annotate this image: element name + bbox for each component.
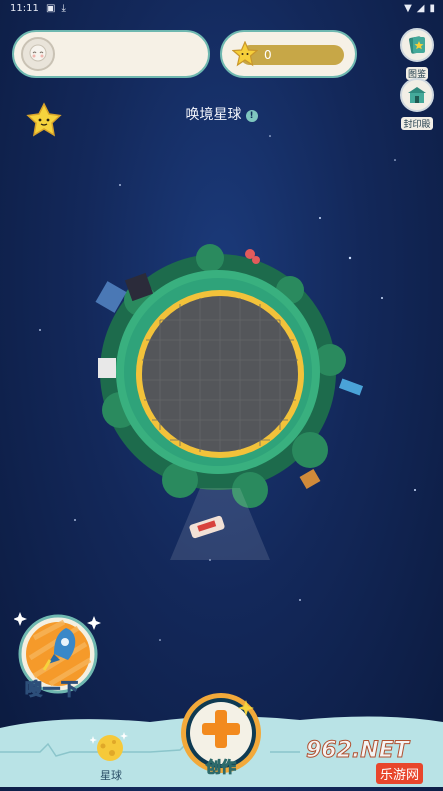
signal-icon: ◢ [416, 3, 425, 14]
status-system-icons: ▼ ◢ ▮ [404, 3, 435, 14]
sniff-label: 嗖一下 [25, 680, 79, 701]
tab-planet[interactable] [89, 730, 130, 766]
download-icon: ⤓ [61, 3, 66, 14]
star-currency-card[interactable]: 0 [220, 30, 357, 78]
status-notification-icons: ▣ ⤓ [46, 3, 66, 14]
info-icon[interactable]: ! [245, 110, 258, 122]
star-count: 0 [264, 48, 272, 62]
battery-icon: ▮ [429, 3, 435, 14]
planet-globe[interactable] [80, 240, 370, 564]
planet-tab-icon [89, 732, 128, 761]
card-book-button[interactable]: 图鉴 [399, 28, 435, 80]
wifi-icon: ▼ [404, 3, 412, 14]
card-book-icon [400, 28, 434, 62]
profile-card[interactable] [12, 30, 210, 78]
tab-planet-label: 星球 [100, 769, 122, 782]
planet-name: 唤境星球 [185, 107, 242, 123]
planet-title[interactable]: 唤境星球! [0, 104, 443, 124]
app-notification-icon: ▣ [46, 3, 56, 14]
status-time: 11:11 [10, 3, 39, 14]
star-icon [231, 40, 259, 67]
avatar[interactable] [21, 37, 55, 71]
watermark-brand: 962.NET [306, 738, 410, 764]
create-label: 创作 [205, 758, 236, 777]
status-bar: 11:11 ▣ ⤓ ▼ ◢ ▮ [0, 0, 443, 18]
watermark-sub: 乐游网 [376, 763, 424, 784]
avatar-face-icon [29, 44, 47, 62]
watermark-logo: 962.NET 乐游网 [300, 736, 440, 784]
